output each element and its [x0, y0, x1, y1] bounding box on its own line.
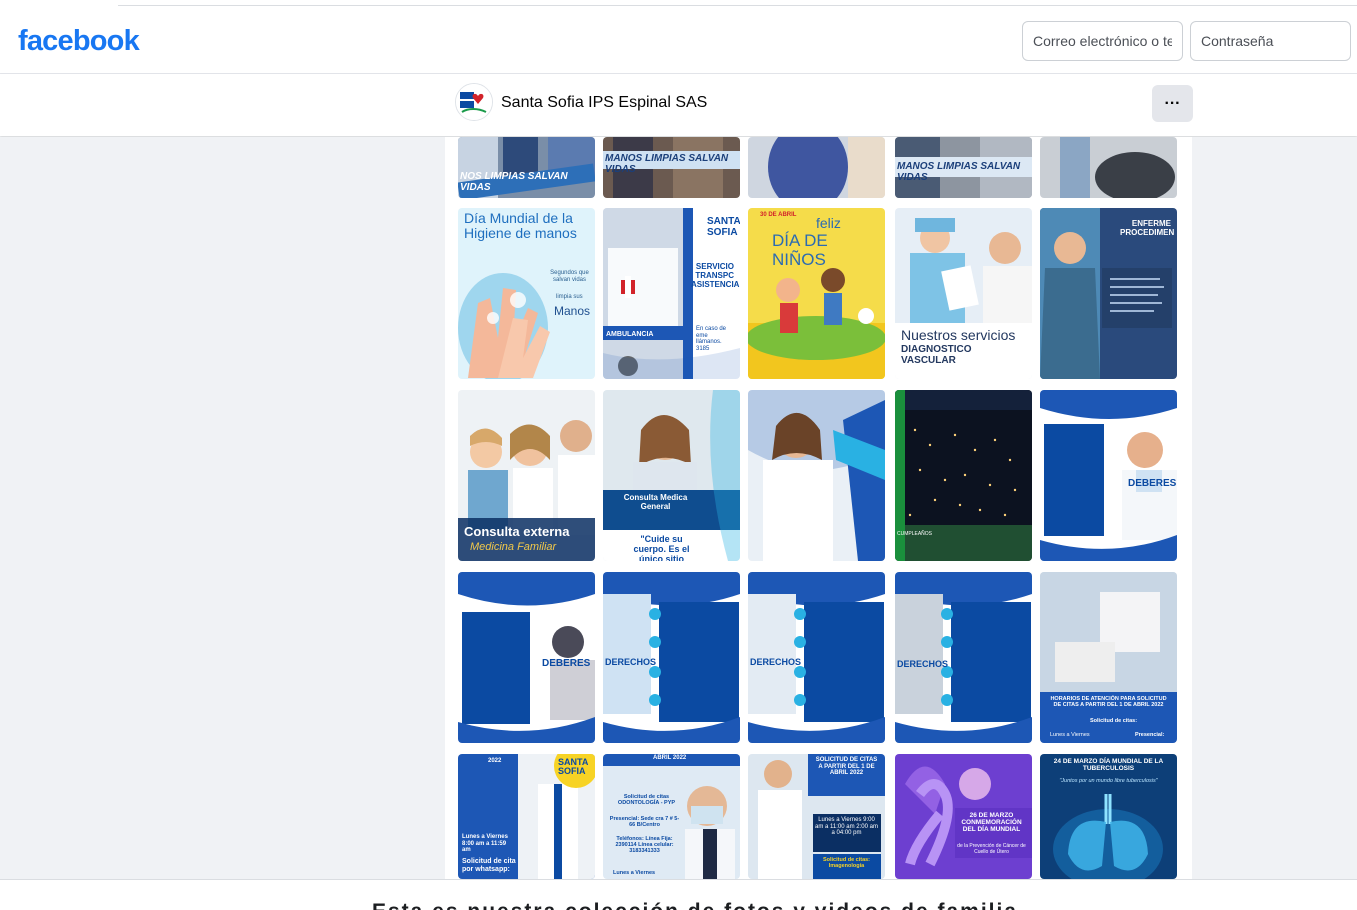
tile-title: DÍA DE NIÑOS: [772, 231, 828, 269]
tile-caption: 30 DE ABRIL: [760, 212, 797, 218]
tile-subtitle: "Cuide su cuerpo. Es el único sitio: [633, 534, 690, 561]
photo-tile[interactable]: 24 DE MARZO DÍA MUNDIAL DE LA TUBERCULOS…: [1040, 754, 1177, 879]
tile-title: DERECHOS: [750, 657, 802, 667]
photo-image: [1040, 137, 1177, 198]
photo-tile[interactable]: Día Mundial de la Higiene de manos Segun…: [458, 208, 595, 379]
santa-sofia-logo-icon: SANTA SOFIA: [707, 216, 740, 238]
facebook-logo[interactable]: facebook: [18, 25, 140, 58]
photo-tile[interactable]: NOS LIMPIAS SALVAN VIDAS: [458, 137, 595, 198]
photo-tile[interactable]: MANOS LIMPIAS SALVAN VIDAS: [603, 137, 740, 198]
tile-title: HORARIOS DE ATENCIÓN PARA SOLICITUD DE C…: [1050, 696, 1167, 709]
tile-subtitle: En caso de eme llámanos. 3185: [696, 326, 727, 352]
tile-caption: MANOS LIMPIAS SALVAN VIDAS: [897, 161, 1021, 183]
tile-title: Consulta Medica General: [623, 493, 688, 511]
tile-title: DERECHOS: [605, 657, 657, 667]
tile-title: SOLICITUD DE CITAS A PARTIR DEL 1 DE ABR…: [815, 757, 878, 777]
photo-tile[interactable]: MANOS LIMPIAS SALVAN VIDAS: [895, 137, 1032, 198]
tile-caption: NOS LIMPIAS SALVAN VIDAS: [460, 171, 568, 193]
content-area: NOS LIMPIAS SALVAN VIDAS MANOS LIMPIAS S…: [0, 137, 1357, 879]
top-divider: [118, 5, 1357, 6]
tile-caption: Presencial: Sede cra 7 # 5-66 B/Centro: [609, 816, 680, 829]
santa-sofia-logo-icon: SANTA SOFIA: [558, 757, 589, 776]
photo-tile[interactable]: DERECHOS: [895, 572, 1032, 743]
photo-image: [895, 572, 1032, 743]
photo-tile[interactable]: DERECHOS: [748, 572, 885, 743]
photo-tile[interactable]: 26 DE MARZO CONMEMORACIÓN DEL DÍA MUNDIA…: [895, 754, 1032, 879]
photo-tile[interactable]: feliz 30 DE ABRIL DÍA DE NIÑOS: [748, 208, 885, 379]
photo-tile[interactable]: DEBERES: [1040, 390, 1177, 561]
photo-tile[interactable]: CUMPLEAÑOS: [895, 390, 1032, 561]
tile-caption: ABRIL 2022: [653, 755, 687, 761]
photo-image: [748, 137, 885, 198]
tile-subtitle: Solicitud de citas: Imagenología: [822, 857, 871, 870]
tile-caption: CUMPLEAÑOS: [897, 531, 933, 537]
tile-caption: MANOS LIMPIAS SALVAN VIDAS: [605, 153, 729, 175]
photo-image: [1040, 754, 1177, 879]
tile-subtitle: Medicina Familiar: [470, 541, 557, 553]
tile-title: Nuestros servicios: [901, 327, 1016, 343]
photos-panel: NOS LIMPIAS SALVAN VIDAS MANOS LIMPIAS S…: [445, 137, 1192, 879]
photo-image: [748, 390, 885, 561]
tile-title: 26 DE MARZO CONMEMORACIÓN DEL DÍA MUNDIA…: [961, 812, 1022, 834]
santa-sofia-logo-icon: [456, 84, 492, 120]
tile-title: ENFERME PROCEDIMEN: [1120, 219, 1175, 237]
photo-tile[interactable]: HORARIOS DE ATENCIÓN PARA SOLICITUD DE C…: [1040, 572, 1177, 743]
tile-subtitle: Solicitud de cita por whatsapp:: [462, 858, 516, 873]
page-header-bar: Santa Sofia IPS Espinal SAS ···: [0, 74, 1357, 136]
tile-title: DERECHOS: [897, 659, 949, 669]
photo-tile[interactable]: Consulta externa Medicina Familiar: [458, 390, 595, 561]
photo-tile[interactable]: DEBERES: [458, 572, 595, 743]
photo-tile[interactable]: DERECHOS: [603, 572, 740, 743]
photo-tile[interactable]: SOLICITUD DE CITAS A PARTIR DEL 1 DE ABR…: [748, 754, 885, 879]
tile-subtitle: Manos: [554, 304, 591, 318]
tile-caption: Lunes a Viernes 9:00 am a 11:00 am 2:00 …: [815, 817, 878, 837]
tile-subtitle: "Juntos por un mundo libre tuberculosis": [1059, 778, 1158, 784]
footer-bar: Esta es nuestra colección de fotos y vid…: [0, 879, 1357, 910]
browser-top-strip: [0, 0, 1357, 12]
password-input[interactable]: [1190, 21, 1351, 61]
tile-title: DEBERES: [1128, 478, 1177, 489]
email-input[interactable]: [1022, 21, 1183, 61]
photo-tile[interactable]: Consulta Medica General "Cuide su cuerpo…: [603, 390, 740, 561]
photo-tile[interactable]: AMBULANCIA SERVICIO TRANSPC ASISTENCIAL …: [603, 208, 740, 379]
tile-subtitle: Solicitud de citas ODONTOLOGÍA - PYP: [617, 794, 676, 807]
tile-title: 24 DE MARZO DÍA MUNDIAL DE LA TUBERCULOS…: [1053, 758, 1164, 773]
tile-subtitle: DIAGNOSTICO VASCULAR: [901, 344, 972, 366]
photo-tile[interactable]: [748, 390, 885, 561]
tile-title: SERVICIO TRANSPC ASISTENCIAL: [691, 262, 740, 289]
tile-title: DEBERES: [542, 658, 591, 669]
photo-image: [1040, 390, 1177, 561]
tile-subtitle: limpia sus: [556, 294, 583, 300]
tile-subtitle: Solicitud de citas:: [1090, 718, 1138, 724]
more-options-button[interactable]: ···: [1152, 85, 1193, 122]
photo-tile[interactable]: ENFERME PROCEDIMEN: [1040, 208, 1177, 379]
tile-caption: Lunes a Viernes 8:00 am a 11:59 am: [462, 834, 508, 854]
tile-caption: Lunes a Viernes: [613, 870, 656, 876]
tile-subtitle: Segundos que salvan vidas: [550, 270, 589, 283]
page-title[interactable]: Santa Sofia IPS Espinal SAS: [501, 94, 707, 112]
photo-tile[interactable]: 2022 Lunes a Viernes 8:00 am a 11:59 am …: [458, 754, 595, 879]
tile-subtitle: de la Prevención de Cáncer de Cuello de …: [957, 843, 1026, 855]
tile-title: Día Mundial de la Higiene de manos: [464, 210, 577, 242]
photo-tile[interactable]: Nuestros servicios DIAGNOSTICO VASCULAR: [895, 208, 1032, 379]
photo-tile[interactable]: [1040, 137, 1177, 198]
tile-title: Consulta externa: [464, 524, 570, 539]
photo-tile[interactable]: [748, 137, 885, 198]
photo-tile[interactable]: ABRIL 2022 Solicitud de citas ODONTOLOGÍ…: [603, 754, 740, 879]
tile-caption: Teléfonos: Línea Fija: 2390114 Línea cel…: [615, 836, 674, 855]
tile-caption: Presencial:: [1135, 732, 1165, 738]
page-avatar[interactable]: [455, 83, 493, 121]
facebook-header: facebook: [0, 12, 1357, 74]
